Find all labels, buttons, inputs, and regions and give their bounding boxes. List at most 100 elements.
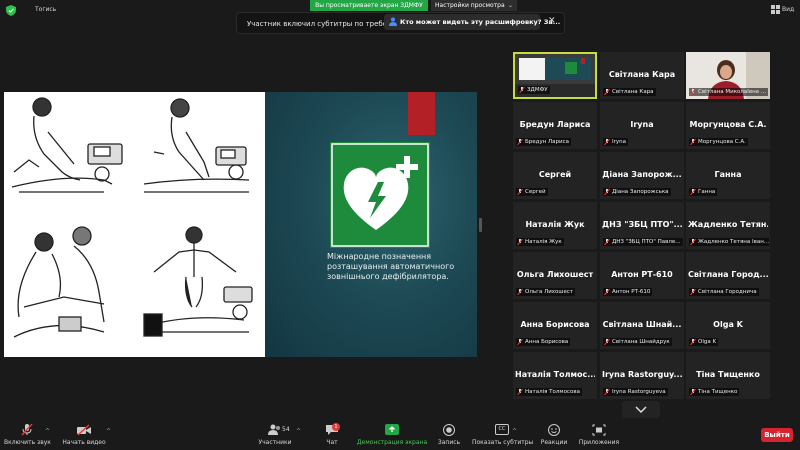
record-label: Запись xyxy=(437,439,461,446)
gallery-scroll-down-button[interactable] xyxy=(622,401,660,418)
start-video-button[interactable]: Начать видео xyxy=(62,424,106,450)
view-options-button[interactable]: Настройки просмотра ⌄ xyxy=(431,0,517,11)
participant-name: Ольга Лихошест xyxy=(516,270,594,279)
view-button[interactable]: Вид xyxy=(782,6,794,13)
participant-tile[interactable]: ЗДМФУ xyxy=(513,52,597,99)
chat-unread-badge: 1 xyxy=(332,423,340,431)
unmute-button[interactable]: Включить звук xyxy=(4,424,51,450)
participant-tile[interactable]: Сергей Сергей xyxy=(513,152,597,199)
participant-name: Iryna xyxy=(630,120,654,129)
participant-tile[interactable]: Iryna Iryna xyxy=(600,102,684,149)
participant-label: Ольга Лихошест xyxy=(516,288,576,296)
participant-name: Наталія Жук xyxy=(525,220,585,229)
microphone-muted-icon xyxy=(604,289,610,295)
microphone-muted-icon xyxy=(604,339,610,345)
participant-name: Жадленко Тетян... xyxy=(688,220,768,229)
participant-label: Наталія Жук xyxy=(516,238,564,246)
show-captions-label: Показать субтитры xyxy=(472,439,534,446)
microphone-muted-icon xyxy=(690,289,696,295)
close-icon[interactable]: ✕ xyxy=(548,16,556,26)
share-screen-button[interactable]: Демонстрация экрана xyxy=(356,424,428,450)
participant-tile[interactable]: Ганна Ганна xyxy=(686,152,770,199)
apps-icon xyxy=(592,424,606,436)
microphone-muted-icon xyxy=(690,389,696,395)
participant-tile[interactable]: Бредун Лариса Бредун Лариса xyxy=(513,102,597,149)
person-icon xyxy=(389,17,397,26)
participant-tile[interactable]: Антон РТ-610 Антон РТ-610 xyxy=(600,252,684,299)
view-options-label: Настройки просмотра xyxy=(435,2,505,9)
participant-label: Моргунцова С.А. xyxy=(689,138,748,146)
participant-tile[interactable]: ДНЗ "ЗБЦ ПТО"... ДНЗ "ЗБЦ ПТО" Павле... xyxy=(600,202,684,249)
microphone-muted-icon xyxy=(604,189,610,195)
participant-tile[interactable]: Наталія Толмос... Наталія Толмосова xyxy=(513,352,597,399)
participant-name: Світлана Кара xyxy=(608,70,676,79)
participant-name: Антон РТ-610 xyxy=(611,270,673,279)
video-options-caret[interactable]: ^ xyxy=(106,428,111,435)
participant-tile[interactable]: Жадленко Тетян... Жадленко Тетяна Іван... xyxy=(686,202,770,249)
participant-tile[interactable]: Світлана Кара Світлана Кара xyxy=(600,52,684,99)
apps-button[interactable]: Приложения xyxy=(578,424,620,450)
participant-tile[interactable]: Діана Запорож... Діана Запорожська xyxy=(600,152,684,199)
reactions-button[interactable]: Реакции xyxy=(540,424,568,450)
apps-label: Приложения xyxy=(578,439,620,446)
show-captions-button[interactable]: CC Показать субтитры xyxy=(472,424,534,450)
participant-tile[interactable]: Olga K Olga K xyxy=(686,302,770,349)
participants-count: 54 xyxy=(282,426,290,433)
grid-view-icon[interactable] xyxy=(771,5,780,14)
record-button[interactable]: Запись xyxy=(436,424,462,450)
participants-icon xyxy=(268,424,280,435)
shield-icon[interactable] xyxy=(6,5,16,16)
participants-options-caret[interactable]: ^ xyxy=(296,428,301,435)
cpr-illustrations xyxy=(4,92,265,357)
participant-name: Моргунцова С.А. xyxy=(689,120,767,129)
start-video-label: Начать видео xyxy=(62,439,106,446)
participant-label: Тіна Тищенко xyxy=(689,388,740,396)
chat-label: Чат xyxy=(326,439,338,446)
participant-name: Світлана Город... xyxy=(688,270,768,279)
microphone-muted-icon xyxy=(517,239,523,245)
participant-label: Світлана Кара xyxy=(603,88,656,96)
participant-tile[interactable]: Моргунцова С.А. Моргунцова С.А. xyxy=(686,102,770,149)
slide-caption: Міжнародне позначення розташування автом… xyxy=(327,252,455,281)
participant-label: Iryna Rastorguyeva xyxy=(603,388,668,396)
microphone-muted-icon xyxy=(517,189,523,195)
resize-handle[interactable] xyxy=(479,218,482,232)
participant-tile[interactable]: Iryna Rastorguy... Iryna Rastorguyeva xyxy=(600,352,684,399)
participant-label: Olga K xyxy=(689,338,719,346)
participant-label: Сергей xyxy=(516,188,548,196)
participant-name: Ганна xyxy=(714,170,742,179)
participant-tile[interactable]: Ольга Лихошест Ольга Лихошест xyxy=(513,252,597,299)
microphone-muted-icon xyxy=(690,339,696,345)
audio-options-caret[interactable]: ^ xyxy=(45,428,50,435)
participant-tile[interactable]: Світлана Шнай... Світлана Шнайдрук xyxy=(600,302,684,349)
participant-tile[interactable]: Світлана Город... Світлана Городнича xyxy=(686,252,770,299)
cpr-illustration-drawing xyxy=(11,97,253,338)
participant-tile[interactable]: Анна Борисова Анна Борисова xyxy=(513,302,597,349)
chevron-down-icon xyxy=(635,406,647,414)
participant-name: Світлана Шнай... xyxy=(602,320,682,329)
microphone-muted-icon xyxy=(690,189,696,195)
transcript-visibility-link-text[interactable]: Кто может видеть эту расшифровку? За... xyxy=(400,18,560,26)
reactions-label: Реакции xyxy=(540,439,568,446)
captions-options-caret[interactable]: ^ xyxy=(512,428,517,435)
participant-tile[interactable]: Світлана Миколаївна ... xyxy=(686,52,770,99)
chevron-down-icon: ⌄ xyxy=(507,2,513,9)
participant-tile[interactable]: Наталія Жук Наталія Жук xyxy=(513,202,597,249)
unmute-label: Включить звук xyxy=(4,439,51,446)
cpr-panel-4 xyxy=(143,226,253,337)
participant-tile[interactable]: Тіна Тищенко Тіна Тищенко xyxy=(686,352,770,399)
leave-meeting-button[interactable]: Выйти xyxy=(761,428,793,442)
participant-name: Olga K xyxy=(713,320,743,329)
slide-red-tab xyxy=(408,92,435,135)
participant-name: Наталія Толмос... xyxy=(515,370,595,379)
screen-share-banner: Вы просматриваете экран ЗДМФУ xyxy=(310,0,428,11)
closed-captions-icon: CC xyxy=(495,424,509,435)
participant-label: Наталія Толмосова xyxy=(516,388,582,396)
microphone-muted-icon xyxy=(519,87,525,93)
microphone-muted-icon xyxy=(517,289,523,295)
microphone-muted-icon xyxy=(604,139,610,145)
participant-label: Жадленко Тетяна Іван... xyxy=(689,238,769,246)
participant-label: ЗДМФУ xyxy=(518,86,550,94)
cpr-panel-3 xyxy=(13,226,105,338)
participant-name: Діана Запорож... xyxy=(602,170,682,179)
